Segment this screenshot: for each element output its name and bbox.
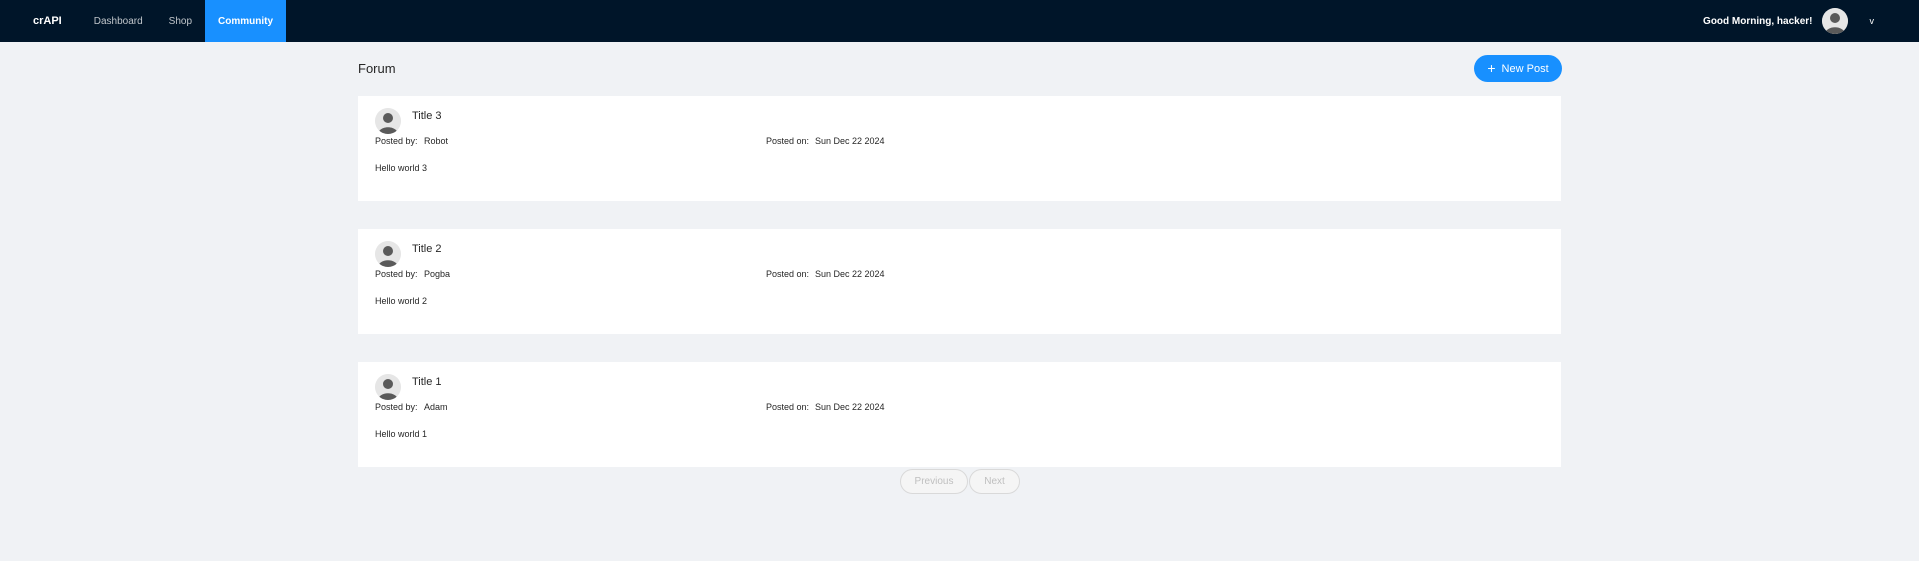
brand-logo[interactable]: crAPI [0,0,81,42]
post-title[interactable]: Title 3 [412,110,442,122]
posted-by-label: Posted by: [375,269,418,279]
posted-on-label: Posted on: [766,269,810,279]
post-author: Adam [424,402,448,412]
post-card[interactable]: Title 3 Posted by: Robot Posted on: Sun … [358,96,1561,201]
posted-by-label: Posted by: [375,136,418,146]
post-body: Hello world 3 [375,163,428,173]
post-title[interactable]: Title 2 [412,243,442,255]
avatar-icon [375,241,401,267]
post-body: Hello world 1 [375,429,428,439]
plus-icon: + [1487,60,1496,76]
new-post-button[interactable]: + New Post [1474,55,1562,82]
nav-item-dashboard[interactable]: Dashboard [81,0,156,42]
post-date: Sun Dec 22 2024 [815,269,885,279]
greeting-text: Good Morning, hacker! [1703,15,1813,27]
nav-item-shop[interactable]: Shop [156,0,205,42]
post-author: Pogba [424,269,451,279]
posted-on-label: Posted on: [766,136,810,146]
avatar-icon [375,108,401,134]
post-card[interactable]: Title 1 Posted by: Adam Posted on: Sun D… [358,362,1561,467]
previous-button[interactable]: Previous [900,469,968,494]
nav-item-community[interactable]: Community [205,0,287,42]
user-avatar-icon[interactable] [1821,8,1848,34]
post-date: Sun Dec 22 2024 [815,136,885,146]
post-body: Hello world 2 [375,296,428,306]
avatar-icon [375,374,401,400]
post-title[interactable]: Title 1 [412,376,442,388]
post-author: Robot [424,136,449,146]
page-title: Forum [358,61,396,76]
post-card[interactable]: Title 2 Posted by: Pogba Posted on: Sun … [358,229,1561,334]
post-date: Sun Dec 22 2024 [815,402,885,412]
posted-by-label: Posted by: [375,402,418,412]
next-button[interactable]: Next [969,469,1020,494]
new-post-label: New Post [1501,62,1549,75]
top-navbar: crAPI Dashboard Shop Community Good Morn… [0,0,1919,42]
chevron-down-icon[interactable]: v [1870,16,1875,26]
posted-on-label: Posted on: [766,402,810,412]
user-menu: Good Morning, hacker! v [1703,0,1919,42]
